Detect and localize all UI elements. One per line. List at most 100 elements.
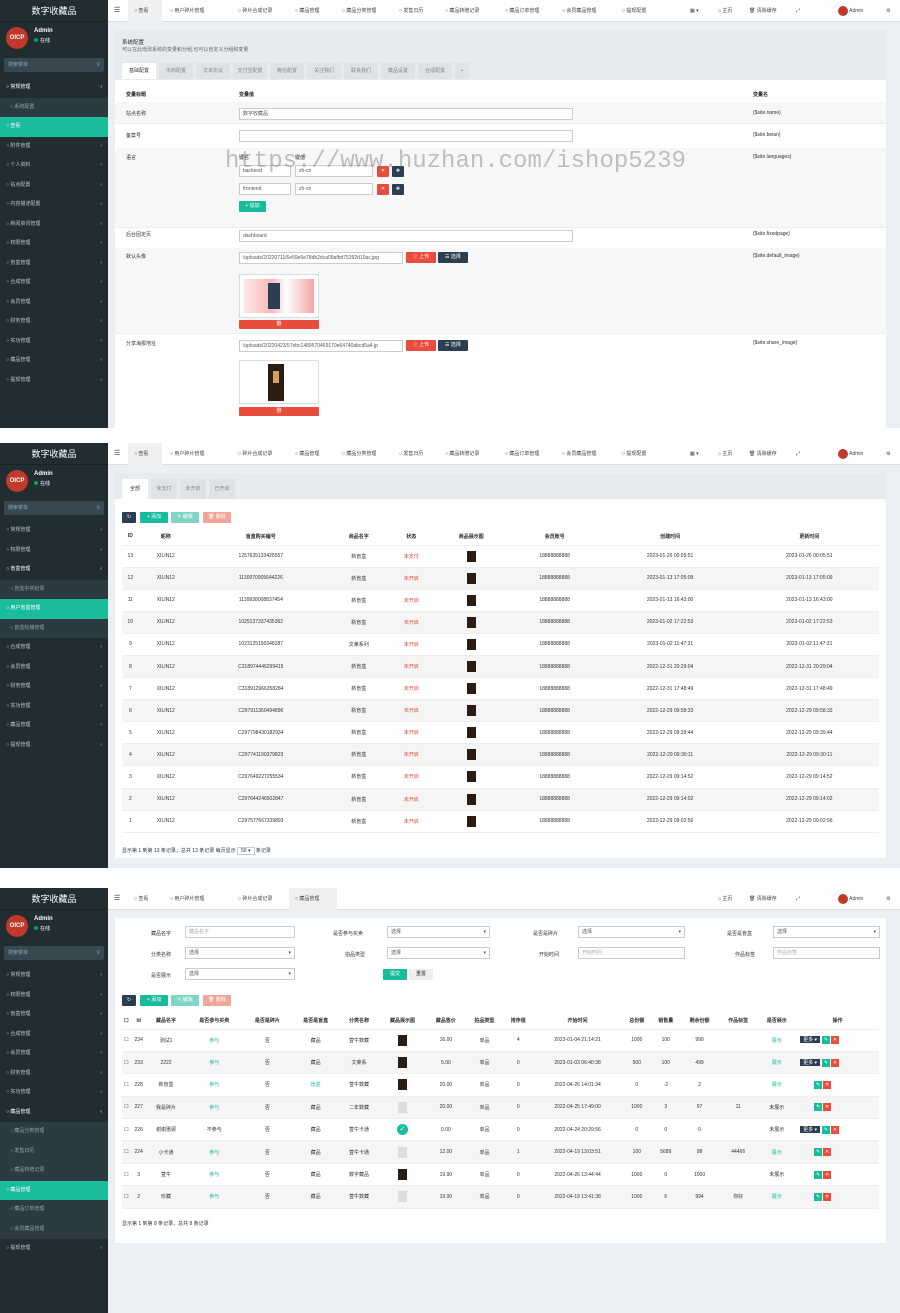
sidebar-item[interactable]: ○ 实功管理 ‹ [0,697,108,717]
beian-input[interactable] [239,130,573,142]
refresh-button[interactable]: ↻ [122,995,136,1006]
sidebar-item[interactable]: ○ 藏品管理 ‹ [0,716,108,736]
product-thumbnail[interactable] [466,683,476,695]
edit-row-button[interactable]: ✎ [822,1036,830,1045]
sidebar-item[interactable]: ○ 常规管理 ‹ [0,966,108,986]
row-checkbox[interactable]: ☐ [122,1140,131,1164]
row-checkbox[interactable]: ☐ [122,1118,131,1142]
product-thumbnail[interactable] [397,1146,407,1158]
table-row[interactable]: 11 XILIN12 1139938008837454 新盲盒 未开启 188888888… [122,589,879,612]
admin-avatar[interactable]: Admin [838,443,863,465]
menu-search-input[interactable]: 搜索菜单 ⚲ [4,946,104,960]
grid-icon[interactable]: ▦ ▾ [690,443,699,465]
avatar-delete-button[interactable]: 删 [239,320,319,329]
page-tab[interactable]: ○ 藏品管理 [289,443,334,465]
sidebar-item[interactable]: ○ 系统配置 [0,97,108,117]
product-thumbnail[interactable] [466,815,476,827]
sidebar-item[interactable]: ○ 新闻资讯管理 ‹ [0,215,108,235]
lang-key-2[interactable]: frontend [239,183,291,195]
filter-tab[interactable]: 全部 [122,479,148,499]
delete-row-button[interactable]: ✕ [823,1148,832,1157]
fullscreen-icon[interactable]: ⤢ [796,0,800,22]
delete-button[interactable]: 🗑 删除 [203,512,231,523]
home-link[interactable]: ⌂ 主页 [718,0,732,22]
sidebar-item[interactable]: ○ 内容描述配置 ‹ [0,195,108,215]
table-row[interactable]: ☐ 228 新盲盒 参与否盲盒 萱牛数藏 20.00 单品 0 2022-04-26 14:01… [122,1073,879,1097]
settings-icon[interactable]: ⚙ [886,888,890,910]
edit-button[interactable]: ✎ 编辑 [171,995,199,1006]
clear-cache-button[interactable]: 🗑 清除缓存 [749,443,777,465]
product-thumbnail[interactable] [466,727,476,739]
edit-row-button[interactable]: ✎ [814,1080,823,1089]
search-icon[interactable]: ⚲ [96,946,100,960]
edit-row-button[interactable]: ✎ [814,1148,823,1157]
product-thumbnail[interactable] [397,1034,407,1046]
table-row[interactable]: 6 XILIN12 C297911360494896 新盲盒 未开启 1888888888… [122,699,879,723]
config-tab[interactable]: 文本协议 [196,63,230,79]
page-tab[interactable]: ○ 用户碎片管理 [164,0,230,22]
filter-tag-input[interactable]: 作品标签 [773,947,880,959]
page-tab[interactable]: ○ 碎片合成记录 [232,443,287,465]
config-tab[interactable]: 基础配置 [122,63,156,79]
sidebar-item[interactable]: ○ 发售日历 [0,1141,108,1161]
page-tab[interactable]: ○ 查看 [128,443,162,465]
delete-row-button[interactable]: ✕ [831,1036,839,1045]
table-row[interactable]: 9 XILIN12 1023125190348287 文莱系列 未开启 188888888… [122,633,879,656]
sidebar-item[interactable]: ○ 藏品订单管理 [0,1200,108,1220]
config-tab[interactable]: 合成配置 [418,63,452,79]
page-tab[interactable]: ○ 碎片合成记录 [232,0,287,22]
avatar-upload-button[interactable]: ⇧ 上传 [406,252,436,263]
delete-row-button[interactable]: ✕ [823,1192,832,1201]
avatar-choose-button[interactable]: ☰ 选择 [438,252,468,263]
page-tab[interactable]: ○ 藏品分类管理 [336,443,391,465]
menu-search-input[interactable]: 搜索菜单 ⚲ [4,58,104,72]
sidebar-item[interactable]: ○ 权限管理 ‹ [0,986,108,1006]
sidebar-item[interactable]: ○ 会员管理 ‹ [0,658,108,678]
page-tab[interactable]: ○ 发售日历 [393,0,437,22]
settings-icon[interactable]: ⚙ [886,0,890,22]
sidebar-item[interactable]: ○ 藏品管理 ‹ [0,351,108,371]
home-link[interactable]: ⌂ 主页 [718,888,732,910]
sidebar-item[interactable]: ○ 权限管理 ‹ [0,541,108,561]
table-row[interactable]: 8 XILIN12 C318974446299415 新盲盒 未开启 1888888888… [122,655,879,679]
table-row[interactable]: 7 XILIN12 C318912966358284 新盲盒 未开启 1888888888… [122,677,879,701]
admin-avatar[interactable]: Admin [838,888,863,910]
product-thumbnail[interactable] [397,1079,407,1091]
sidebar-item[interactable]: ○ 站点配置 ‹ [0,176,108,196]
product-thumbnail[interactable] [466,550,476,562]
home-link[interactable]: ⌂ 主页 [718,443,732,465]
lang-remove-2-button[interactable]: ✕ [377,184,389,195]
default-avatar-input[interactable]: /uploads/20220711/6e59e5e78db2dca09afbd7… [239,252,403,264]
table-row[interactable]: ☐ 226 谢谢惠顾 不参与否藏品 萱牛卡通 ✓ 0.00 单品 0 2022-04-24 20:… [122,1118,879,1142]
reset-button[interactable]: 重置 [409,969,433,980]
sidebar-item[interactable]: ○ 会员管理 ‹ [0,1044,108,1064]
sidebar-item[interactable]: ○ 藏品管理 ‹ [0,1103,108,1123]
page-tab[interactable]: ○ 藏品分类管理 [336,0,391,22]
delete-row-button[interactable]: ✕ [823,1103,832,1112]
filter-blindbox-select[interactable]: 选择 ▾ [773,926,880,938]
table-row[interactable]: 2 XILIN12 C297644246502847 新盲盒 未开启 1888888888… [122,788,879,811]
table-row[interactable]: 12 XILIN12 1130070905644226 新盲盒 未开启 188888888… [122,567,879,590]
edit-row-button[interactable]: ✎ [822,1125,830,1134]
config-tab[interactable]: 联系我们 [344,63,378,79]
delete-row-button[interactable]: ✕ [823,1170,832,1179]
more-dropdown-button[interactable]: 更多 ▾ [800,1125,820,1133]
config-tab[interactable]: 支付宝配置 [233,63,267,79]
table-row[interactable]: ☐ 2 珍藏 参与否藏品 萱牛数藏 19.90 单品 0 2022-04-19 13:41:38… [122,1185,879,1209]
filter-tab[interactable]: 未开启 [180,479,206,499]
row-checkbox[interactable]: ☐ [122,1051,131,1075]
product-thumbnail[interactable] [466,594,476,606]
add-button[interactable]: + 添加 [140,995,168,1006]
page-tab[interactable]: ○ 提现配置 [616,0,660,22]
delete-row-button[interactable]: ✕ [831,1058,839,1067]
edit-row-button[interactable]: ✎ [822,1058,830,1067]
page-tab[interactable]: ○ 用户碎片管理 [164,888,230,910]
delete-row-button[interactable]: ✕ [823,1080,832,1089]
fullscreen-icon[interactable]: ⤢ [796,443,800,465]
share-choose-button[interactable]: ☰ 选择 [438,340,468,351]
sidebar-item[interactable]: ○ 附件管理 ‹ [0,137,108,157]
table-row[interactable]: ☐ 234 测试1 参与否藏品 萱牛数藏 16.00 单品 4 2023-01-04 21:14… [122,1029,879,1052]
product-thumbnail[interactable] [466,638,476,650]
search-icon[interactable]: ⚲ [96,58,100,72]
filter-tab[interactable]: 未支付 [151,479,177,499]
